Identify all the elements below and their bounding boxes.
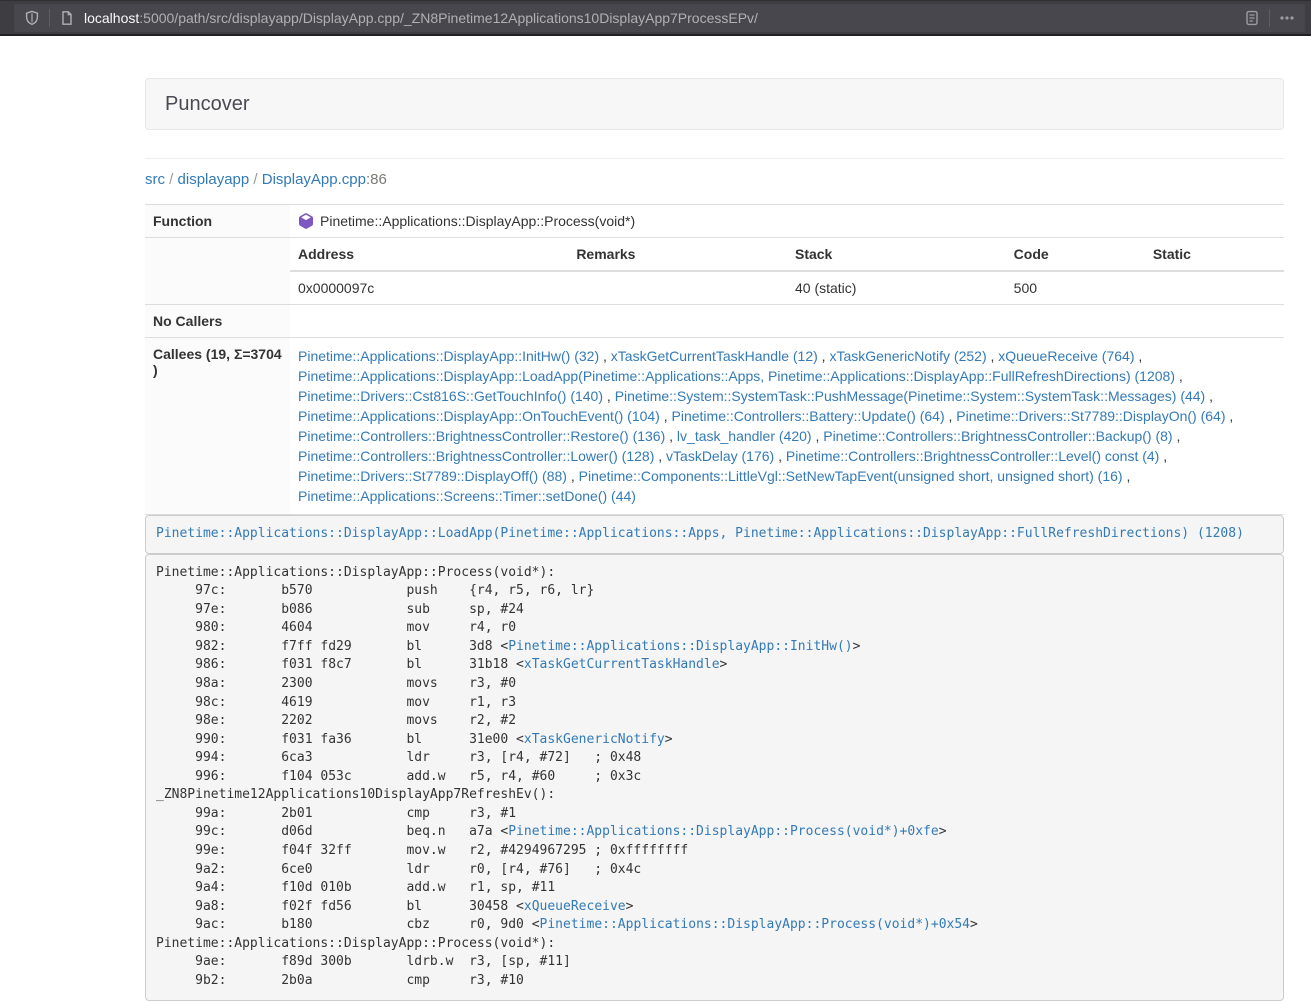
callee-separator: , xyxy=(1175,368,1183,384)
remarks-value xyxy=(568,271,787,304)
assembly-code: Pinetime::Applications::DisplayApp::Proc… xyxy=(145,554,1284,1001)
page-actions-separator xyxy=(1269,9,1270,27)
reader-mode-icon[interactable] xyxy=(1244,10,1260,26)
breadcrumb-separator: / xyxy=(165,171,178,188)
callee-link[interactable]: Pinetime::Applications::DisplayApp::Init… xyxy=(298,348,599,364)
callee-separator: , xyxy=(945,408,957,424)
callee-link[interactable]: Pinetime::Drivers::Cst816S::GetTouchInfo… xyxy=(298,388,603,404)
breadcrumb-line-number: :86 xyxy=(366,171,387,188)
highlighted-symbol-link[interactable]: Pinetime::Applications::DisplayApp::Load… xyxy=(156,526,1244,541)
function-label: Function xyxy=(145,205,290,238)
callee-link[interactable]: vTaskDelay (176) xyxy=(666,448,774,464)
metrics-header-row: Address Remarks Stack Code Static xyxy=(290,238,1284,271)
breadcrumb-link[interactable]: displayapp xyxy=(178,171,250,188)
app-title: Puncover xyxy=(165,93,250,115)
col-address: Address xyxy=(290,238,568,271)
callee-link[interactable]: Pinetime::Controllers::BrightnessControl… xyxy=(298,448,654,464)
url-text[interactable]: localhost:5000/path/src/displayapp/Displ… xyxy=(84,10,1244,26)
highlighted-symbol-box: Pinetime::Applications::DisplayApp::Load… xyxy=(145,515,1284,554)
callee-separator: , xyxy=(987,348,999,364)
callee-separator: , xyxy=(665,428,677,444)
browser-toolbar: localhost:5000/path/src/displayapp/Displ… xyxy=(0,0,1311,36)
app-title-panel: Puncover xyxy=(145,78,1284,130)
assembly-symbol-link[interactable]: xQueueReceive xyxy=(524,899,626,914)
callee-separator: , xyxy=(774,448,786,464)
callee-link[interactable]: Pinetime::Controllers::BrightnessControl… xyxy=(823,428,1172,444)
code-value: 500 xyxy=(1006,271,1145,304)
callee-separator: , xyxy=(812,428,824,444)
callee-link[interactable]: Pinetime::Components::LittleVgl::SetNewT… xyxy=(579,468,1123,484)
callee-link[interactable]: Pinetime::Controllers::BrightnessControl… xyxy=(786,448,1159,464)
callee-separator: , xyxy=(1123,468,1131,484)
address-bar[interactable]: localhost:5000/path/src/displayapp/Displ… xyxy=(14,4,1305,32)
col-remarks: Remarks xyxy=(568,238,787,271)
page-icon[interactable] xyxy=(59,10,75,26)
metrics-data-row: 0x0000097c 40 (static) 500 xyxy=(290,271,1284,304)
callee-link[interactable]: Pinetime::Applications::DisplayApp::OnTo… xyxy=(298,408,660,424)
callee-link[interactable]: xTaskGenericNotify (252) xyxy=(829,348,986,364)
callee-link[interactable]: Pinetime::Applications::DisplayApp::Load… xyxy=(298,368,1175,384)
breadcrumb-link[interactable]: DisplayApp.cpp xyxy=(262,171,366,188)
callee-link[interactable]: Pinetime::Controllers::Battery::Update()… xyxy=(672,408,945,424)
url-path: :5000/path/src/displayapp/DisplayApp.cpp… xyxy=(139,10,758,26)
callee-link[interactable]: Pinetime::Drivers::St7789::DisplayOn() (… xyxy=(956,408,1225,424)
assembly-symbol-link[interactable]: Pinetime::Applications::DisplayApp::Proc… xyxy=(540,917,970,932)
col-code: Code xyxy=(1006,238,1145,271)
assembly-symbol-link[interactable]: Pinetime::Applications::DisplayApp::Init… xyxy=(508,639,852,654)
function-row: Function Pinetime::Applications::Display… xyxy=(145,205,1284,238)
package-icon xyxy=(298,213,314,229)
callee-separator: , xyxy=(818,348,830,364)
urlbar-separator xyxy=(49,9,50,27)
divider xyxy=(145,158,1284,159)
callee-separator: , xyxy=(1226,408,1234,424)
callees-list: Pinetime::Applications::DisplayApp::Init… xyxy=(290,338,1284,515)
assembly-symbol-link[interactable]: Pinetime::Applications::DisplayApp::Proc… xyxy=(508,824,938,839)
callee-link[interactable]: xTaskGetCurrentTaskHandle (12) xyxy=(611,348,818,364)
callee-separator: , xyxy=(1173,428,1181,444)
address-value: 0x0000097c xyxy=(290,271,568,304)
callee-link[interactable]: Pinetime::System::SystemTask::PushMessag… xyxy=(615,388,1206,404)
function-name: Pinetime::Applications::DisplayApp::Proc… xyxy=(320,213,635,229)
callee-link[interactable]: xQueueReceive (764) xyxy=(998,348,1134,364)
overflow-menu-icon[interactable] xyxy=(1279,10,1295,26)
callee-separator: , xyxy=(660,408,672,424)
metrics-table: Address Remarks Stack Code Static 0x0000… xyxy=(290,238,1284,304)
callee-link[interactable]: Pinetime::Drivers::St7789::DisplayOff() … xyxy=(298,468,567,484)
no-callers-label: No Callers xyxy=(145,305,290,338)
callee-separator: , xyxy=(603,388,615,404)
col-static: Static xyxy=(1145,238,1284,271)
callee-separator: , xyxy=(654,448,666,464)
breadcrumb: src / displayapp / DisplayApp.cpp:86 xyxy=(145,171,1284,188)
callees-label: Callees (19, Σ=3704 ) xyxy=(145,338,290,515)
callee-separator: , xyxy=(567,468,579,484)
shield-icon[interactable] xyxy=(24,10,40,26)
page-container: Puncover src / displayapp / DisplayApp.c… xyxy=(145,78,1284,1001)
callees-row: Callees (19, Σ=3704 ) Pinetime::Applicat… xyxy=(145,338,1284,515)
assembly-symbol-link[interactable]: xTaskGetCurrentTaskHandle xyxy=(524,657,720,672)
col-stack: Stack xyxy=(787,238,1006,271)
callee-link[interactable]: Pinetime::Controllers::BrightnessControl… xyxy=(298,428,665,444)
callee-separator: , xyxy=(599,348,611,364)
function-table: Function Pinetime::Applications::Display… xyxy=(145,204,1284,515)
callee-separator: , xyxy=(1205,388,1213,404)
assembly-symbol-link[interactable]: xTaskGenericNotify xyxy=(524,732,665,747)
static-value xyxy=(1145,271,1284,304)
callee-separator: , xyxy=(1134,348,1142,364)
metrics-row: Address Remarks Stack Code Static 0x0000… xyxy=(145,238,1284,305)
callee-link[interactable]: Pinetime::Applications::Screens::Timer::… xyxy=(298,488,636,504)
breadcrumb-separator: / xyxy=(249,171,262,188)
no-callers-row: No Callers xyxy=(145,305,1284,338)
callee-separator: , xyxy=(1159,448,1167,464)
breadcrumb-link[interactable]: src xyxy=(145,171,165,188)
callee-link[interactable]: lv_task_handler (420) xyxy=(677,428,812,444)
stack-value: 40 (static) xyxy=(787,271,1006,304)
url-host: localhost xyxy=(84,10,139,26)
